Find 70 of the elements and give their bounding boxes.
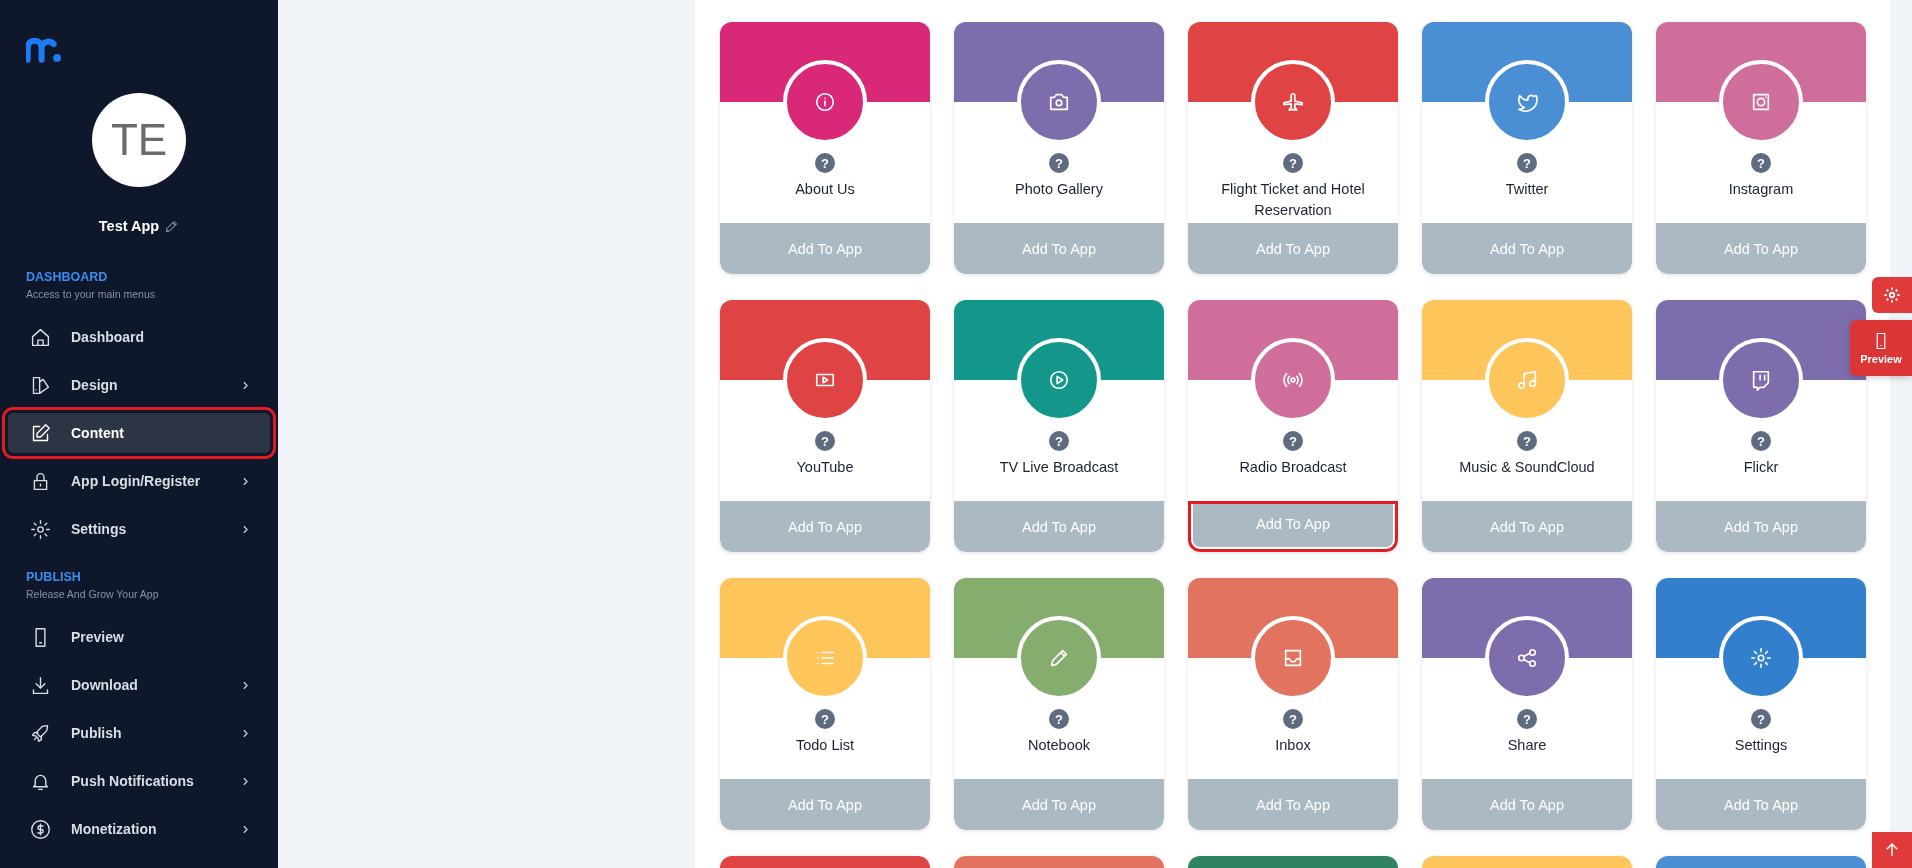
nav-item[interactable]: Publish bbox=[8, 713, 270, 753]
nav-item[interactable]: Dashboard bbox=[8, 317, 270, 357]
chat-icon bbox=[1750, 369, 1772, 391]
pencil-icon[interactable] bbox=[164, 218, 180, 234]
module-name: Settings bbox=[1733, 736, 1789, 755]
help-icon[interactable]: ? bbox=[1283, 709, 1303, 729]
help-icon[interactable]: ? bbox=[1751, 153, 1771, 173]
home-icon bbox=[30, 326, 51, 348]
help-icon[interactable]: ? bbox=[815, 431, 835, 451]
nav-item[interactable]: Push Notifications bbox=[8, 761, 270, 801]
help-icon[interactable]: ? bbox=[1751, 709, 1771, 729]
module-name: Instagram bbox=[1727, 180, 1795, 199]
nav-item[interactable]: Settings bbox=[8, 509, 270, 549]
module-name: YouTube bbox=[795, 458, 855, 477]
nav-item[interactable]: Download bbox=[8, 665, 270, 705]
module-name: Notebook bbox=[1026, 736, 1092, 755]
help-icon[interactable]: ? bbox=[1283, 431, 1303, 451]
app-name: Test App bbox=[98, 218, 160, 234]
preview-button[interactable]: Preview bbox=[1850, 320, 1912, 376]
edit-icon bbox=[30, 422, 51, 444]
share-icon bbox=[1516, 647, 1538, 669]
camera-icon bbox=[1750, 91, 1772, 113]
scroll-top-button[interactable] bbox=[1872, 832, 1912, 868]
help-icon[interactable]: ? bbox=[1517, 709, 1537, 729]
help-icon[interactable]: ? bbox=[815, 153, 835, 173]
help-icon[interactable]: ? bbox=[1049, 431, 1069, 451]
module-name: About Us bbox=[794, 180, 856, 199]
logo-icon[interactable] bbox=[26, 38, 64, 64]
gear-icon bbox=[30, 518, 51, 540]
section-subtitle: Release And Grow Your App bbox=[26, 588, 160, 600]
module-name: Flight Ticket and Hotel Reservation bbox=[1220, 180, 1366, 220]
dollar-icon bbox=[30, 818, 51, 840]
module-name: TV Live Broadcast bbox=[998, 458, 1120, 477]
section-title: DASHBOARD bbox=[26, 270, 109, 284]
music-icon bbox=[1516, 369, 1538, 391]
module-name: Radio Broadcast bbox=[1238, 458, 1348, 477]
module-name: Inbox bbox=[1274, 736, 1312, 755]
gear-icon bbox=[1883, 286, 1901, 304]
download-icon bbox=[30, 674, 51, 696]
help-icon[interactable]: ? bbox=[815, 709, 835, 729]
info-icon bbox=[814, 91, 836, 113]
help-icon[interactable]: ? bbox=[1517, 153, 1537, 173]
section-subtitle: Access to your main menus bbox=[26, 288, 156, 300]
nav-item[interactable]: App Login/Register bbox=[8, 461, 270, 501]
module-name: Twitter bbox=[1504, 180, 1550, 199]
module-name: Flickr bbox=[1742, 458, 1780, 477]
help-icon[interactable]: ? bbox=[1517, 431, 1537, 451]
palette-icon bbox=[30, 374, 51, 396]
avatar: TE bbox=[92, 93, 186, 187]
help-icon[interactable]: ? bbox=[1283, 153, 1303, 173]
airplane-icon bbox=[1282, 91, 1304, 113]
nav-item[interactable]: Preview bbox=[8, 617, 270, 657]
module-name: Todo List bbox=[794, 736, 855, 755]
nav-item[interactable]: Design bbox=[8, 365, 270, 405]
module-name: Music & SoundCloud bbox=[1458, 458, 1596, 477]
camera-icon bbox=[1048, 91, 1070, 113]
module-name: Share bbox=[1506, 736, 1548, 755]
help-icon[interactable]: ? bbox=[1049, 709, 1069, 729]
gear-icon bbox=[1750, 647, 1772, 669]
inbox-icon bbox=[1282, 647, 1304, 669]
pencil-icon bbox=[1048, 647, 1070, 669]
arrow-up-icon bbox=[1883, 841, 1901, 859]
nav-item[interactable]: Monetization bbox=[8, 809, 270, 849]
module-name: Photo Gallery bbox=[1014, 180, 1104, 199]
play-icon bbox=[1048, 369, 1070, 391]
section-title: PUBLISH bbox=[26, 570, 82, 584]
rocket-icon bbox=[30, 722, 51, 744]
settings-button[interactable] bbox=[1872, 277, 1912, 313]
help-icon[interactable]: ? bbox=[1751, 431, 1771, 451]
help-icon[interactable]: ? bbox=[1049, 153, 1069, 173]
